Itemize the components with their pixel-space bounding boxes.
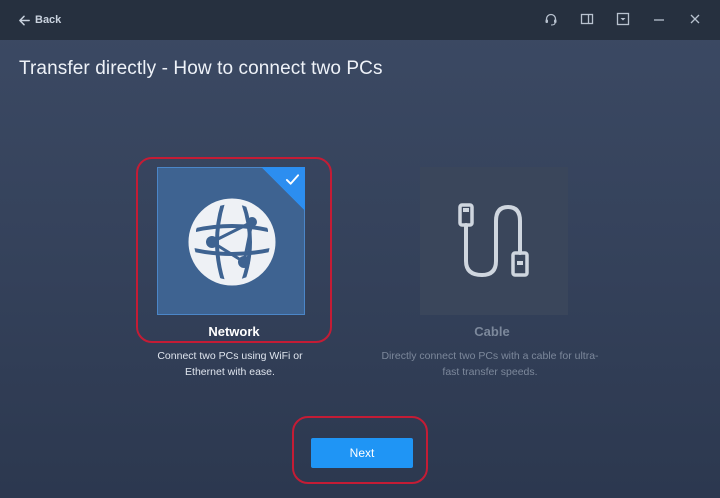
option-network[interactable]: Network [136, 157, 332, 343]
option-cable[interactable]: Cable [394, 157, 590, 339]
title-bar: Back [0, 0, 720, 40]
back-label: Back [35, 14, 62, 26]
selected-check-badge [261, 167, 305, 211]
network-tile[interactable] [157, 167, 305, 315]
option-description-network: Connect two PCs using WiFi or Ethernet w… [157, 350, 303, 378]
checkmark-icon [285, 174, 300, 185]
cable-tile[interactable] [420, 167, 568, 315]
option-label-network: Network [208, 324, 260, 339]
close-icon[interactable] [686, 10, 704, 28]
minimize-icon[interactable] [650, 10, 668, 28]
page-title: Transfer directly - How to connect two P… [19, 58, 383, 79]
support-icon[interactable] [542, 10, 560, 28]
feedback-icon[interactable] [578, 10, 596, 28]
menu-icon[interactable] [614, 10, 632, 28]
option-label-cable: Cable [474, 324, 510, 339]
usb-cable-icon [458, 203, 529, 278]
option-description-cable: Directly connect two PCs with a cable fo… [381, 350, 599, 378]
arrow-left-icon [19, 15, 30, 25]
back-button[interactable]: Back [18, 11, 61, 29]
next-button[interactable]: Next [311, 438, 413, 468]
